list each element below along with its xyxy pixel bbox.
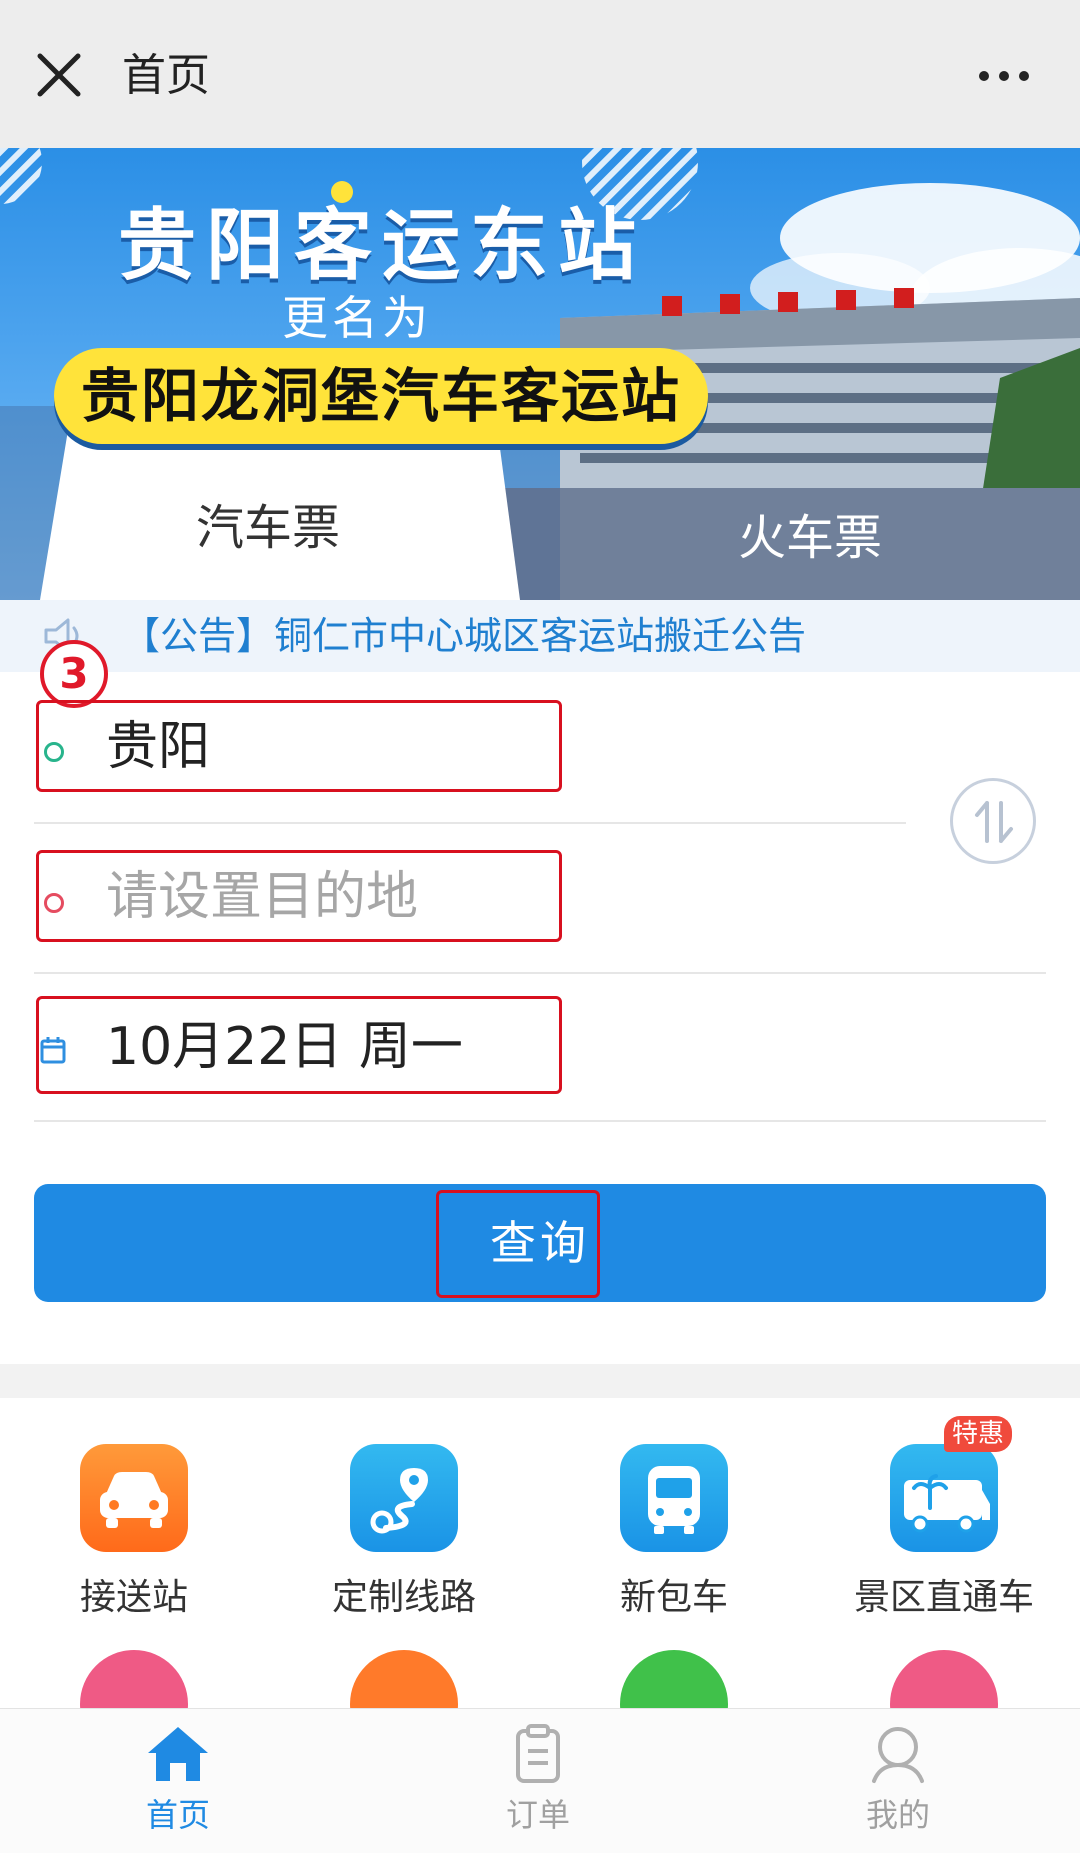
- section-gap: [0, 1364, 1080, 1398]
- route-icon: [350, 1444, 458, 1552]
- bus-icon: [620, 1444, 728, 1552]
- service-charter-label: 新包车: [619, 1577, 728, 1618]
- divider: [34, 972, 1046, 974]
- nav-mine[interactable]: 我的: [798, 1723, 998, 1837]
- home-icon: [148, 1727, 208, 1781]
- service-icon-partial[interactable]: [620, 1650, 728, 1708]
- service-charter[interactable]: 新包车: [574, 1444, 774, 1622]
- tab-bus-ticket[interactable]: 汽车票: [40, 466, 496, 600]
- tab-train-ticket[interactable]: 火车票: [710, 506, 910, 570]
- nav-orders-label: 订单: [505, 1796, 570, 1834]
- car-icon: [80, 1444, 188, 1552]
- tab-bus-ticket-label: 汽车票: [195, 500, 340, 556]
- origin-highlight-box: [36, 700, 562, 792]
- banner-highlight: 贵阳龙洞堡汽车客运站: [54, 348, 708, 444]
- user-icon: [872, 1727, 924, 1783]
- service-icon-partial[interactable]: [80, 1650, 188, 1708]
- service-custom-route[interactable]: 定制线路: [304, 1444, 504, 1622]
- service-pickup-label: 接送站: [79, 1577, 188, 1618]
- page-title: 首页: [122, 50, 210, 101]
- notice-bar[interactable]: 【公告】铜仁市中心城区客运站搬迁公告: [0, 600, 1080, 672]
- query-highlight-box: [436, 1190, 600, 1298]
- service-scenic-express[interactable]: 特惠 景区直通车: [844, 1416, 1044, 1622]
- banner-subtitle: 更名为: [282, 291, 432, 345]
- swap-icon: [975, 801, 1013, 843]
- promo-badge: 特惠: [943, 1416, 1012, 1452]
- service-custom-route-label: 定制线路: [331, 1577, 476, 1618]
- service-scenic-express-label: 景区直通车: [853, 1577, 1034, 1618]
- destination-highlight-box: [36, 850, 562, 942]
- more-button[interactable]: [974, 56, 1034, 96]
- close-icon: [37, 53, 81, 97]
- service-pickup[interactable]: 接送站: [34, 1444, 234, 1622]
- bottom-nav: 首页 订单 我的: [0, 1708, 1080, 1853]
- date-highlight-box: [36, 996, 562, 1094]
- more-icon: [979, 71, 1029, 81]
- top-bar: 首页: [0, 0, 1080, 149]
- close-button[interactable]: [34, 50, 84, 100]
- banner-highlight-text: 贵阳龙洞堡汽车客运站: [80, 362, 681, 430]
- divider: [34, 1120, 1046, 1122]
- service-icon-partial[interactable]: [350, 1650, 458, 1708]
- nav-orders[interactable]: 订单: [438, 1723, 638, 1837]
- scenic-bus-icon: 特惠: [890, 1416, 1012, 1552]
- swap-button[interactable]: [950, 778, 1036, 864]
- divider: [34, 822, 906, 824]
- banner-title: 贵阳客运东站: [118, 201, 647, 291]
- step-badge: 3: [40, 640, 108, 708]
- nav-home-label: 首页: [145, 1796, 210, 1834]
- service-icon-partial[interactable]: [890, 1650, 998, 1708]
- clipboard-icon: [516, 1724, 560, 1783]
- notice-text: 【公告】铜仁市中心城区客运站搬迁公告: [122, 614, 807, 658]
- nav-home[interactable]: 首页: [78, 1723, 278, 1837]
- nav-mine-label: 我的: [865, 1796, 930, 1834]
